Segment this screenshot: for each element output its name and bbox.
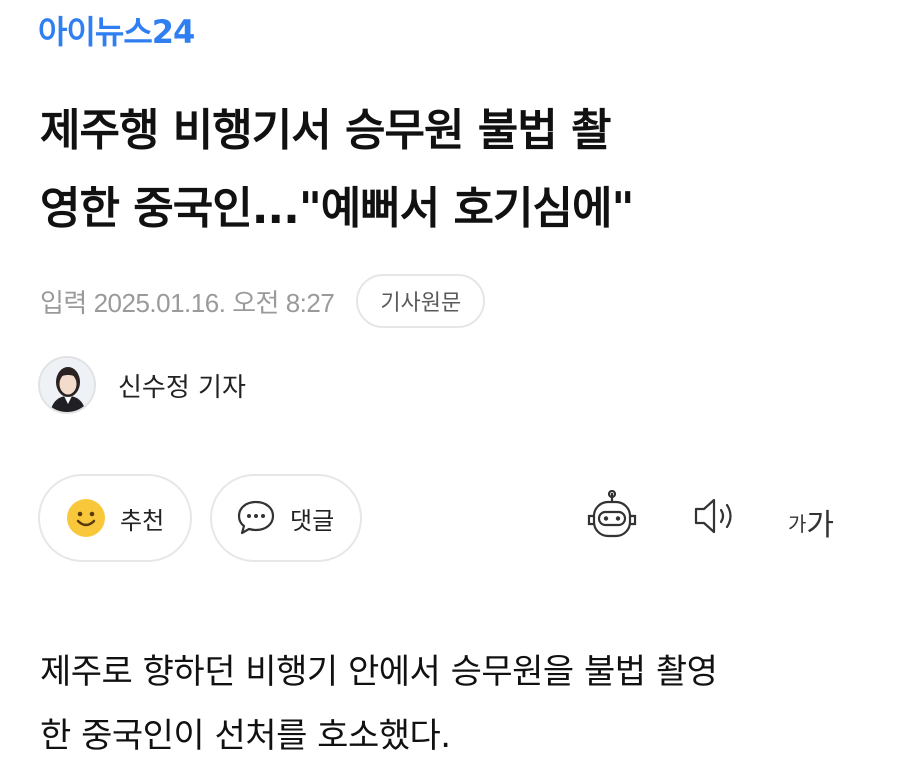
article-title: 제주행 비행기서 승무원 불법 촬 영한 중국인..."예뻐서 호기심에" <box>40 92 870 248</box>
comment-button[interactable]: 댓글 <box>210 474 362 562</box>
original-article-button[interactable]: 기사원문 <box>356 274 486 328</box>
font-size-small-label: 가 <box>788 511 807 536</box>
author-avatar-image <box>40 358 94 412</box>
author-avatar <box>38 356 96 414</box>
site-logo[interactable]: 아이뉴스24 <box>38 12 195 52</box>
speaker-icon <box>694 498 732 534</box>
comment-label: 댓글 <box>290 506 335 535</box>
font-size-button[interactable]: 가가 <box>788 500 834 544</box>
robot-icon <box>587 490 637 538</box>
article-title-line-1: 제주행 비행기서 승무원 불법 촬 <box>40 105 612 156</box>
article-body: 제주로 향하던 비행기 안에서 승무원을 불법 촬영 한 중국인이 선처를 호소… <box>40 640 870 768</box>
smile-icon <box>67 499 105 537</box>
speech-bubble-icon <box>237 500 275 535</box>
like-button[interactable]: 추천 <box>38 474 192 562</box>
article-body-line-2: 한 중국인이 선처를 호소했다. <box>40 716 451 756</box>
article-title-line-2: 영한 중국인..."예뻐서 호기심에" <box>40 183 634 234</box>
article-meta: 입력 2025.01.16. 오전 8:27 기사원문 <box>40 274 486 328</box>
original-article-label: 기사원문 <box>380 291 462 316</box>
author-name: 신수정 기자 <box>118 372 246 403</box>
summary-bot-button[interactable] <box>584 490 640 542</box>
text-to-speech-button[interactable] <box>690 490 742 542</box>
like-label: 추천 <box>120 506 165 535</box>
publish-date: 입력 2025.01.16. 오전 8:27 <box>40 287 335 318</box>
article-body-line-1: 제주로 향하던 비행기 안에서 승무원을 불법 촬영 <box>40 652 718 692</box>
font-size-large-label: 가 <box>806 508 835 543</box>
author-info[interactable]: 신수정 기자 <box>38 356 246 414</box>
